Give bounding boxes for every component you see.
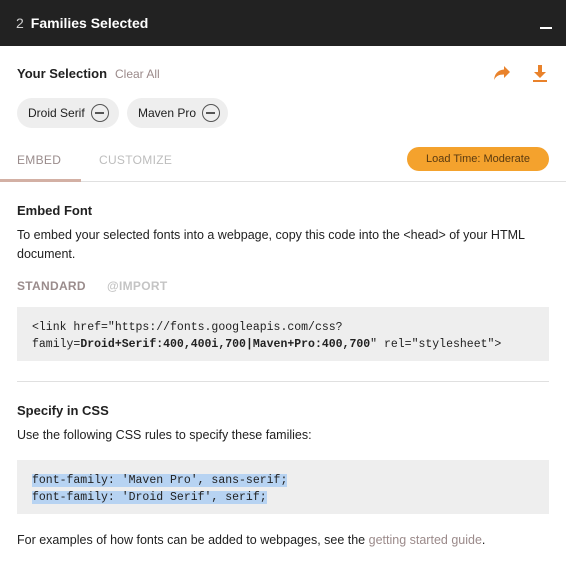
chip-label: Maven Pro (138, 106, 197, 120)
tab-bar: EMBED CUSTOMIZE Load Time: Moderate (0, 140, 566, 182)
chip-maven-pro[interactable]: Maven Pro (127, 98, 228, 128)
tab-customize[interactable]: CUSTOMIZE (99, 153, 172, 167)
selection-row: Your Selection Clear All (17, 64, 549, 84)
active-tab-indicator (0, 179, 81, 182)
footer-label: For examples of how fonts can be added t… (17, 533, 369, 547)
family-count: 2 (16, 15, 24, 31)
embed-font-description: To embed your selected fonts into a webp… (17, 228, 525, 261)
tab-embed[interactable]: EMBED (17, 153, 61, 167)
embed-font-title: Embed Font (17, 203, 93, 218)
chip-label: Droid Serif (28, 106, 85, 120)
css-code-block[interactable]: font-family: 'Maven Pro', sans-serif; fo… (17, 460, 549, 514)
header-title: Families Selected (30, 15, 149, 31)
chip-droid-serif[interactable]: Droid Serif (17, 98, 119, 128)
remove-icon[interactable] (202, 104, 221, 122)
selection-header[interactable]: 2 Families Selected (0, 0, 566, 46)
css-rule-droid: font-family: 'Droid Serif', serif; (32, 491, 267, 504)
embed-code-block[interactable]: <link href="https://fonts.googleapis.com… (17, 307, 549, 361)
code-suffix: " rel="stylesheet"> (370, 338, 502, 351)
selection-title: Your Selection (17, 66, 108, 81)
load-time-badge: Load Time: Moderate (407, 147, 549, 171)
footer-text: For examples of how fonts can be added t… (17, 531, 532, 550)
footer-end: . (481, 533, 486, 547)
css-rule-maven: font-family: 'Maven Pro', sans-serif; (32, 474, 288, 487)
clear-all-link[interactable]: Clear All (115, 67, 160, 81)
getting-started-link[interactable]: getting started guide (369, 533, 482, 547)
remove-icon[interactable] (90, 104, 109, 122)
tab-import[interactable]: @IMPORT (107, 279, 167, 293)
section-divider (17, 381, 549, 382)
specify-css-description: Use the following CSS rules to specify t… (17, 428, 312, 442)
share-icon[interactable] (493, 65, 511, 81)
download-icon[interactable] (532, 64, 548, 82)
code-families: Droid+Serif:400,400i,700|Maven+Pro:400,7… (80, 338, 371, 351)
tab-standard[interactable]: STANDARD (17, 279, 86, 293)
minimize-icon[interactable] (540, 27, 552, 29)
specify-css-title: Specify in CSS (17, 403, 109, 418)
